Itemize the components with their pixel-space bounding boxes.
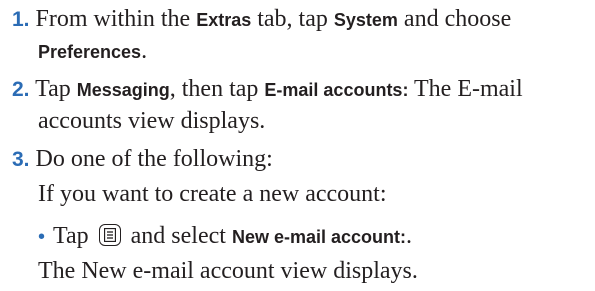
step-number: 1. [12, 8, 30, 31]
step-1: 1. From within the Extras tab, tap Syste… [12, 2, 592, 38]
bullet-dot-icon: • [38, 226, 46, 248]
step-2-continued: accounts view displays. [38, 104, 593, 139]
step-text: From within the [35, 6, 197, 32]
step-text: Do one of the following: [35, 146, 273, 172]
bullet-text: . [406, 223, 412, 249]
step-text: tab, tap [251, 6, 334, 32]
ui-term-extras: Extras [196, 10, 252, 30]
ui-term-preferences: Preferences [38, 42, 142, 62]
step-text: and choose [397, 6, 512, 32]
step-text: . [141, 38, 148, 64]
condition-text: If you want to create a new account: [38, 181, 387, 207]
ui-term-system: System [333, 10, 398, 30]
step-2: 2. Tap Messaging, then tap E-mail accoun… [12, 72, 592, 108]
ui-term-new-email-account: New e-mail account: [231, 227, 406, 247]
step-number: 2. [12, 78, 30, 101]
step-text: Tap [35, 76, 77, 102]
instruction-document: 1. From within the Extras tab, tap Syste… [0, 0, 595, 291]
step-number: 3. [12, 148, 30, 171]
bullet-text: and select [124, 223, 232, 249]
ui-term-messaging: Messaging [76, 80, 170, 100]
step-text: accounts view displays. [38, 108, 266, 134]
step-3: 3. Do one of the following: [12, 142, 592, 177]
bullet-item: • Tap and select New e-mail account:. [38, 219, 593, 255]
step-1-continued: Preferences. [38, 34, 593, 70]
menu-icon [98, 224, 121, 246]
ui-term-email-accounts: E-mail accounts: [264, 80, 409, 100]
bullet-text: Tap [53, 223, 95, 249]
step-text: , then tap [169, 76, 265, 102]
result-text: The New e-mail account view displays. [38, 258, 418, 284]
step-text: The E-mail [408, 76, 523, 102]
